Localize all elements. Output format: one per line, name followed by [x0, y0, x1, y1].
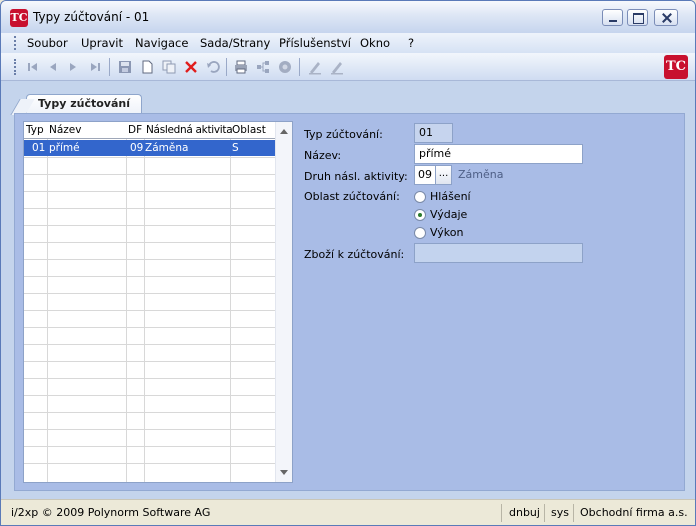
typ-field[interactable]: 01 [414, 123, 453, 143]
toolbar-separator [299, 58, 300, 76]
table-row[interactable]: 01 přímé 09 Záměna S [24, 140, 276, 156]
druh-lookup-button[interactable]: ... [435, 165, 452, 185]
toolbar-grip[interactable] [14, 59, 16, 75]
scroll-up-icon[interactable] [280, 129, 288, 134]
zbozi-label: Zboží k zúčtování: [304, 248, 405, 261]
edit-alt-icon[interactable] [329, 59, 345, 75]
save-icon[interactable] [117, 59, 133, 75]
app-window: TC Typy zúčtování - 01 Soubor Upravit Na… [0, 0, 696, 526]
cell-df: 09 [130, 142, 144, 154]
status-company: Obchodní firma a.s. [580, 506, 688, 519]
radio-hlaseni[interactable] [414, 191, 426, 203]
radio-vykon[interactable] [414, 227, 426, 239]
delete-icon[interactable] [183, 59, 199, 75]
radio-label-vykon[interactable]: Výkon [430, 226, 463, 239]
column-header-typ[interactable]: Typ [26, 124, 44, 136]
cell-aktivita: Záměna [145, 142, 189, 154]
grid-header: Typ Název DF Následná aktivita Oblast [24, 122, 276, 139]
brand-logo-icon: TC [664, 55, 688, 79]
title-bar[interactable]: TC Typy zúčtování - 01 [1, 1, 695, 33]
menu-prislusenstvi[interactable]: Příslušenství [279, 36, 351, 50]
tab-typy-zuctovani[interactable]: Typy zúčtování [26, 94, 142, 114]
undo-icon[interactable] [205, 59, 221, 75]
grid-scrollbar[interactable] [275, 122, 292, 482]
first-record-icon[interactable] [25, 59, 41, 75]
status-user: dnbuj [509, 506, 540, 519]
status-db: sys [551, 506, 569, 519]
nazev-label: Název: [304, 149, 342, 162]
grid-lines [24, 122, 276, 482]
column-header-oblast[interactable]: Oblast [232, 124, 266, 136]
toolbar-separator [226, 58, 227, 76]
app-logo-icon: TC [10, 9, 28, 27]
zbozi-field[interactable] [414, 243, 583, 263]
copy-icon[interactable] [161, 59, 177, 75]
radio-vydaje[interactable] [414, 209, 426, 221]
toolbar-separator [109, 58, 110, 76]
column-header-df[interactable]: DF [128, 124, 142, 136]
menu-okno[interactable]: Okno [360, 36, 390, 50]
new-icon[interactable] [139, 59, 155, 75]
menu-navigace[interactable]: Navigace [135, 36, 188, 50]
window-title: Typy zúčtování - 01 [33, 10, 150, 24]
menu-bar: Soubor Upravit Navigace Sada/Strany Přís… [1, 33, 695, 53]
druh-field[interactable]: 09 [414, 165, 436, 185]
minimize-button[interactable] [602, 9, 623, 26]
typ-label: Typ zúčtování: [304, 128, 383, 141]
menu-help[interactable]: ? [408, 36, 414, 50]
next-record-icon[interactable] [65, 59, 81, 75]
radio-label-hlaseni[interactable]: Hlášení [430, 190, 471, 203]
toolbar [1, 53, 695, 81]
oblast-label: Oblast zúčtování: [304, 190, 400, 203]
help-circle-icon[interactable] [277, 59, 293, 75]
cell-nazev: přímé [49, 142, 80, 154]
status-copyright: i/2xp © 2009 Polynorm Software AG [11, 506, 211, 519]
last-record-icon[interactable] [87, 59, 103, 75]
nazev-field[interactable]: přímé [414, 144, 583, 164]
cell-oblast: S [232, 142, 239, 154]
tree-icon[interactable] [255, 59, 271, 75]
menu-grip[interactable] [14, 36, 16, 50]
menu-soubor[interactable]: Soubor [27, 36, 68, 50]
druh-hint: Záměna [458, 168, 504, 181]
close-button[interactable] [654, 9, 678, 26]
cell-typ: 01 [32, 142, 46, 154]
scroll-down-icon[interactable] [280, 470, 288, 475]
column-header-aktivita[interactable]: Následná aktivita [146, 124, 233, 136]
maximize-button[interactable] [627, 9, 648, 26]
edit-icon[interactable] [307, 59, 323, 75]
prev-record-icon[interactable] [45, 59, 61, 75]
radio-label-vydaje[interactable]: Výdaje [430, 208, 467, 221]
print-icon[interactable] [233, 59, 249, 75]
status-bar: i/2xp © 2009 Polynorm Software AG dnbuj … [1, 499, 695, 525]
menu-upravit[interactable]: Upravit [81, 36, 123, 50]
druh-label: Druh násl. aktivity: [304, 170, 408, 183]
column-header-nazev[interactable]: Název [49, 124, 81, 136]
menu-sada-strany[interactable]: Sada/Strany [200, 36, 270, 50]
records-grid[interactable]: Typ Název DF Následná aktivita Oblast 01… [23, 121, 293, 483]
